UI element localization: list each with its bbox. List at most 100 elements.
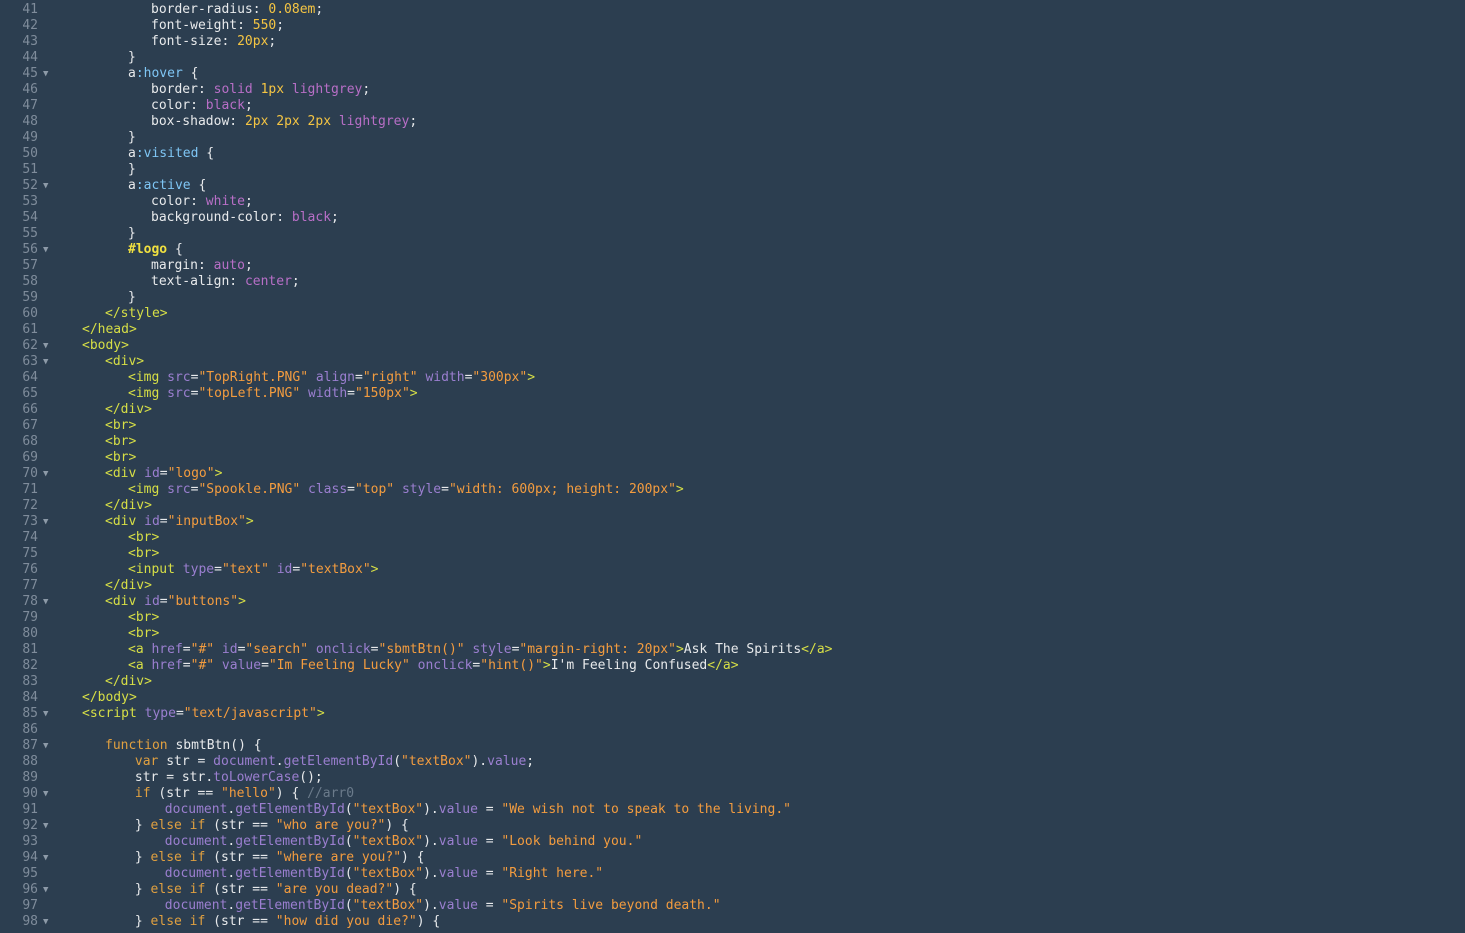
code-token: 0.08em (268, 2, 316, 17)
code-line[interactable]: 45 ▼ a:hover { (0, 66, 1465, 82)
fold-toggle-icon[interactable]: ▼ (43, 706, 53, 722)
code-line[interactable]: 98 ▼} else if (str == "how did you die?")… (0, 914, 1465, 930)
code-line[interactable]: 72 </div> (0, 498, 1465, 514)
code-line[interactable]: 47 color: black; (0, 98, 1465, 114)
fold-toggle-icon[interactable]: ▼ (43, 818, 53, 834)
code-line[interactable]: 86 (0, 722, 1465, 738)
code-line[interactable]: 73 ▼ <div id="inputBox"> (0, 514, 1465, 530)
code-token: "margin-right: 20px" (519, 642, 676, 657)
code-line[interactable]: 62 ▼ <body> (0, 338, 1465, 354)
code-line[interactable]: 53 color: white; (0, 194, 1465, 210)
code-line[interactable]: 46 border: solid 1px lightgrey; (0, 82, 1465, 98)
fold-toggle-icon[interactable]: ▼ (43, 338, 53, 354)
code-text: border-radius: 0.08em; (151, 2, 323, 18)
code-line[interactable]: 92 ▼} else if (str == "who are you?") { (0, 818, 1465, 834)
code-line[interactable]: 60 </style> (0, 306, 1465, 322)
code-line[interactable]: 50 a:visited { (0, 146, 1465, 162)
code-line[interactable]: 93 document.getElementById("textBox").val… (0, 834, 1465, 850)
code-line[interactable]: 51} (0, 162, 1465, 178)
line-number: 48 (22, 114, 38, 129)
code-line[interactable]: 82 <a href="#" value="Im Feeling Lucky" o… (0, 658, 1465, 674)
code-token: = (182, 658, 191, 673)
code-line[interactable]: 95 document.getElementById("textBox").val… (0, 866, 1465, 882)
code-line[interactable]: 42 font-weight: 550; (0, 18, 1465, 34)
code-line[interactable]: 56 ▼ #logo { (0, 242, 1465, 258)
code-line[interactable]: 58 text-align: center; (0, 274, 1465, 290)
line-number: 62 (22, 338, 38, 353)
code-line[interactable]: 80 <br> (0, 626, 1465, 642)
code-line[interactable]: 83 </div> (0, 674, 1465, 690)
fold-toggle-icon[interactable]: ▼ (43, 514, 53, 530)
code-line[interactable]: 87 ▼ function sbmtBtn() { (0, 738, 1465, 754)
code-line[interactable]: 89 str = str.toLowerCase(); (0, 770, 1465, 786)
code-token: else if (150, 914, 206, 929)
code-line[interactable]: 79 <br> (0, 610, 1465, 626)
code-line[interactable]: 49} (0, 130, 1465, 146)
code-line[interactable]: 59} (0, 290, 1465, 306)
code-editor[interactable]: 41 border-radius: 0.08em; 42 font-weight: 5… (0, 0, 1465, 933)
code-token: type (144, 706, 176, 721)
code-line[interactable]: 94 ▼} else if (str == "where are you?") { (0, 850, 1465, 866)
code-token: #logo (128, 242, 168, 257)
code-line[interactable]: 96 ▼} else if (str == "are you dead?") { (0, 882, 1465, 898)
code-line[interactable]: 69 <br> (0, 450, 1465, 466)
fold-toggle-icon[interactable]: ▼ (43, 594, 53, 610)
code-line[interactable]: 91 document.getElementById("textBox").val… (0, 802, 1465, 818)
code-line[interactable]: 97 document.getElementById("textBox").val… (0, 898, 1465, 914)
code-token: id (268, 562, 293, 577)
line-number: 82 (22, 658, 38, 673)
code-line[interactable]: 67 <br> (0, 418, 1465, 434)
code-token: text-align (151, 274, 230, 289)
code-line[interactable]: 88 var str = document.getElementById("tex… (0, 754, 1465, 770)
code-token: > (542, 658, 551, 673)
code-line[interactable]: 54 background-color: black; (0, 210, 1465, 226)
code-text: </body> (82, 690, 137, 706)
code-line[interactable]: 65 <img src="topLeft.PNG" width="150px"> (0, 386, 1465, 402)
code-line[interactable]: 85 ▼ <script type="text/javascript"> (0, 706, 1465, 722)
code-line[interactable]: 68 <br> (0, 434, 1465, 450)
code-token: = (159, 594, 168, 609)
code-token: "text/javascript" (183, 706, 317, 721)
code-token: <br> (128, 610, 160, 625)
code-line[interactable]: 81 <a href="#" id="search" onclick="sbmtB… (0, 642, 1465, 658)
code-token: ; (291, 274, 300, 289)
code-line[interactable]: 75 <br> (0, 546, 1465, 562)
code-line[interactable]: 52 ▼ a:active { (0, 178, 1465, 194)
code-line[interactable]: 71 <img src="Spookle.PNG" class="top" sty… (0, 482, 1465, 498)
code-line[interactable]: 61 </head> (0, 322, 1465, 338)
fold-toggle-icon[interactable]: ▼ (43, 786, 53, 802)
code-line[interactable]: 44} (0, 50, 1465, 66)
fold-toggle-icon[interactable]: ▼ (43, 850, 53, 866)
code-line[interactable]: 78 ▼ <div id="buttons"> (0, 594, 1465, 610)
code-line[interactable]: 43 font-size: 20px; (0, 34, 1465, 50)
code-line[interactable]: 57 margin: auto; (0, 258, 1465, 274)
fold-toggle-icon[interactable]: ▼ (43, 466, 53, 482)
code-text: <input type="text" id="textBox"> (128, 562, 379, 578)
line-number: 65 (22, 386, 38, 401)
code-text: <div id="inputBox"> (105, 514, 254, 530)
code-line[interactable]: 77 </div> (0, 578, 1465, 594)
code-line[interactable]: 70 ▼ <div id="logo"> (0, 466, 1465, 482)
code-text: <br> (128, 610, 159, 626)
code-line[interactable]: 55} (0, 226, 1465, 242)
code-token: ). (423, 802, 439, 817)
code-line[interactable]: 64 <img src="TopRight.PNG" align="right" … (0, 370, 1465, 386)
code-token: solid (213, 82, 261, 97)
fold-toggle-icon[interactable]: ▼ (43, 738, 53, 754)
code-line[interactable]: 63 ▼ <div> (0, 354, 1465, 370)
code-line[interactable]: 66 </div> (0, 402, 1465, 418)
fold-toggle-icon[interactable]: ▼ (43, 178, 53, 194)
fold-toggle-icon[interactable]: ▼ (43, 882, 53, 898)
fold-toggle-icon[interactable]: ▼ (43, 914, 53, 930)
line-number: 49 (22, 130, 38, 145)
code-token: <div (105, 466, 145, 481)
code-line[interactable]: 90 ▼ if (str == "hello") { //arr0 (0, 786, 1465, 802)
code-line[interactable]: 76 <input type="text" id="textBox"> (0, 562, 1465, 578)
code-line[interactable]: 41 border-radius: 0.08em; (0, 2, 1465, 18)
fold-toggle-icon[interactable]: ▼ (43, 242, 53, 258)
fold-toggle-icon[interactable]: ▼ (43, 354, 53, 370)
code-line[interactable]: 48 box-shadow: 2px 2px 2px lightgrey; (0, 114, 1465, 130)
code-line[interactable]: 74 <br> (0, 530, 1465, 546)
fold-toggle-icon[interactable]: ▼ (43, 66, 53, 82)
code-line[interactable]: 84 </body> (0, 690, 1465, 706)
